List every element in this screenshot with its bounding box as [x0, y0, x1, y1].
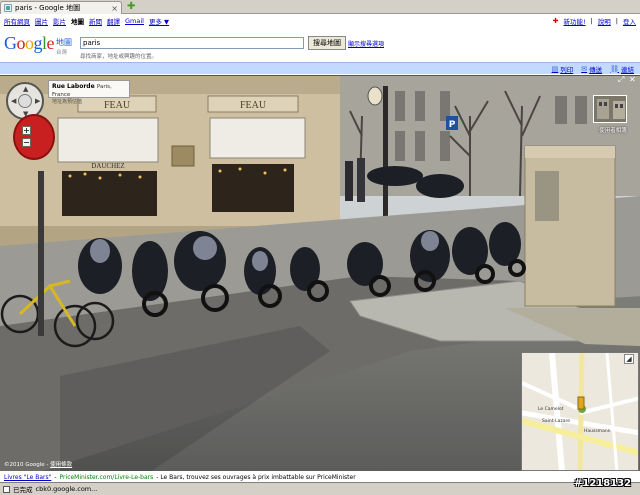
map-toolbar: ▤ 列印 ✉ 傳送 ⛓ 連結 — [0, 62, 640, 74]
status-text: 已完成 — [13, 486, 33, 494]
browser-tab-bar: paris - Google 地圖 × ✚ — [0, 0, 640, 14]
gbar-products: 所有網頁 圖片 影片 地圖 新聞 翻譯 Gmail 更多 ▼ — [4, 16, 169, 26]
svg-text:P: P — [449, 120, 456, 130]
zoom-out-button[interactable]: − — [22, 138, 31, 147]
print-button[interactable]: ▤ 列印 — [552, 64, 574, 74]
whats-new-link[interactable]: 新功能! — [563, 16, 585, 26]
map-label-3: Haussmann — [584, 429, 611, 434]
shop-sign-2: FEAU — [240, 100, 267, 111]
compass-hub-icon — [18, 94, 32, 108]
search-hint: 尋找商家，地址或興趣的位置。 — [80, 54, 158, 60]
tab-title: paris - Google 地圖 — [15, 4, 81, 12]
sign-in-link[interactable]: 登入 — [623, 16, 636, 26]
google-bar: 所有網頁 圖片 影片 地圖 新聞 翻譯 Gmail 更多 ▼ ✚ 新功能! | … — [0, 14, 640, 28]
mini-map-streets — [522, 353, 638, 470]
page-icon — [3, 485, 10, 493]
gbar-link-more[interactable]: 更多 ▼ — [149, 16, 169, 26]
thumbnail-caption: 使用者相簿 — [599, 128, 627, 134]
printer-icon: ▤ — [551, 64, 559, 73]
tab-close-icon[interactable]: × — [111, 4, 118, 13]
awning-text: DAUCHEZ — [91, 162, 124, 170]
fullscreen-icon[interactable]: ⤢ — [618, 76, 626, 84]
address-label: Rue Laborde Paris, France 地址為預估值 — [48, 80, 130, 105]
browser-status-bar: 已完成 cbk0.google.com... — [0, 482, 640, 495]
ad-text: - Le Bars, trouvez ses ouvrages à prix i… — [156, 473, 356, 481]
address-estimate-note: 地址為預估值 — [52, 99, 83, 105]
gbar-link-gmail[interactable]: Gmail — [125, 17, 144, 25]
mail-icon: ✉ — [581, 64, 588, 73]
pan-left-icon[interactable]: ◀ — [11, 98, 16, 105]
send-button[interactable]: ✉ 傳送 — [581, 64, 602, 74]
help-link[interactable]: 說明 — [598, 16, 611, 26]
minimap-collapse-button[interactable]: ◢ — [624, 354, 634, 364]
maps-favicon-icon — [4, 4, 12, 12]
close-icon[interactable]: ✕ — [629, 76, 637, 84]
pan-up-icon[interactable]: ▲ — [23, 86, 28, 93]
gbar-link-maps: 地圖 — [71, 18, 84, 26]
google-logo[interactable]: Google — [4, 34, 54, 52]
ad-url[interactable]: PriceMinister.com/Livre-Le-bars — [60, 474, 154, 481]
gbar-link-web[interactable]: 所有網頁 — [4, 16, 30, 26]
address-street: Rue Laborde — [52, 83, 95, 90]
zoom-control: + − — [13, 114, 55, 160]
gbar-link-news[interactable]: 新聞 — [89, 16, 102, 26]
search-input[interactable] — [80, 37, 304, 49]
gbar-link-videos[interactable]: 影片 — [53, 16, 66, 26]
new-tab-icon[interactable]: ✚ — [127, 2, 137, 12]
region-label: 台灣 — [56, 50, 68, 56]
status-url: cbk0.google.com... — [35, 485, 98, 493]
map-label-1: Le Camelot — [538, 407, 564, 412]
link-button[interactable]: ⛓ 連結 — [610, 64, 634, 74]
search-options-link[interactable]: 顯示搜尋選項 — [348, 39, 384, 48]
product-name: 地圖 — [56, 38, 72, 47]
image-watermark: #1218132 — [574, 478, 632, 489]
maps-header: Google 地圖 台灣 搜尋地圖 顯示搜尋選項 尋找商家，地址或興趣的位置。 — [0, 28, 640, 62]
sponsored-link-bar: Livres "Le Bars" - PriceMinister.com/Liv… — [0, 472, 640, 482]
browser-tab[interactable]: paris - Google 地圖 × — [0, 1, 122, 14]
gbar-link-translate[interactable]: 翻譯 — [107, 16, 120, 26]
new-feature-icon: ✚ — [552, 17, 559, 25]
map-label-2: Saint-Lazare — [542, 419, 571, 424]
mini-map[interactable]: Le Camelot Saint-Lazare Haussmann — [521, 352, 639, 471]
user-photo-thumbnail[interactable] — [593, 95, 627, 123]
link-icon: ⛓ — [610, 64, 619, 73]
street-view-copyright: ©2010 Google - 使用條款 — [4, 462, 73, 468]
search-maps-button[interactable]: 搜尋地圖 — [308, 36, 346, 50]
photo-thumbnail-image — [594, 96, 626, 122]
pan-right-icon[interactable]: ▶ — [35, 98, 40, 105]
gbar-link-images[interactable]: 圖片 — [35, 16, 48, 26]
zoom-in-button[interactable]: + — [22, 126, 31, 135]
gbar-account: ✚ 新功能! | 說明 | 登入 — [552, 16, 636, 26]
terms-link[interactable]: 使用條款 — [50, 462, 72, 468]
ad-title-link[interactable]: Livres "Le Bars" — [4, 474, 51, 481]
